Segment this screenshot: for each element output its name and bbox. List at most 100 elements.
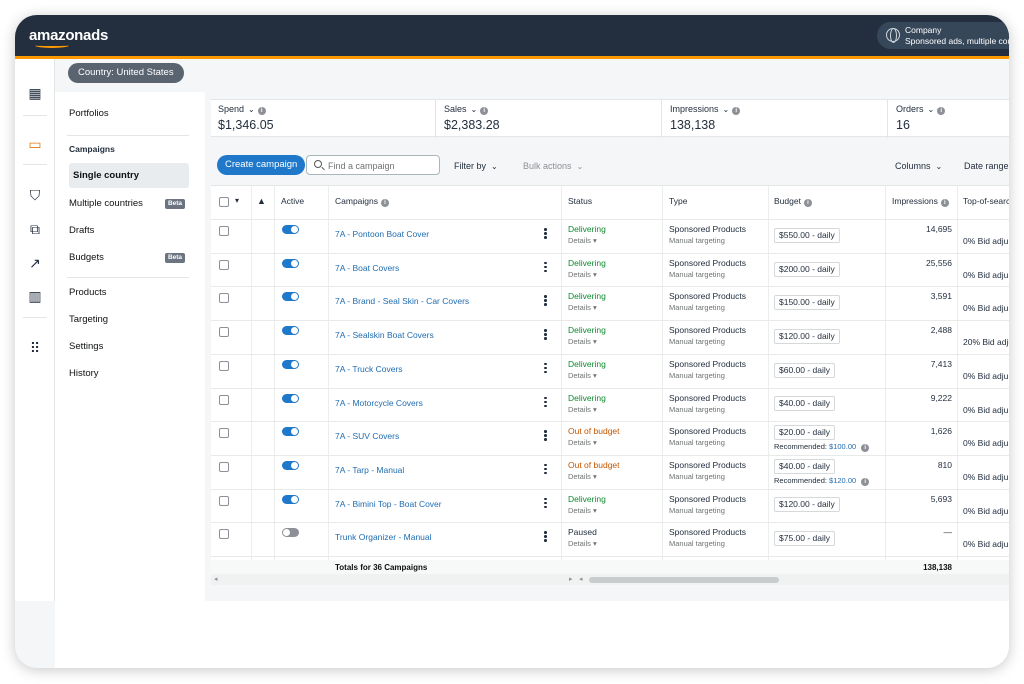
row-checkbox[interactable] bbox=[219, 529, 229, 540]
campaign-search-input[interactable]: Find a campaign bbox=[306, 155, 440, 175]
budget-field[interactable]: $60.00 - daily bbox=[774, 362, 836, 378]
active-toggle[interactable] bbox=[282, 359, 299, 369]
more-options-icon[interactable] bbox=[544, 362, 547, 375]
campaign-name-link[interactable]: 7A - SUV Covers bbox=[335, 431, 399, 441]
sidebar-item-targeting[interactable]: Targeting bbox=[69, 314, 108, 325]
header-top-of-search[interactable]: Top-of-searc bbox=[963, 196, 1009, 206]
sidebar-item-portfolios[interactable]: Portfolios bbox=[69, 108, 109, 119]
row-checkbox[interactable] bbox=[219, 293, 229, 304]
budget-field[interactable]: $40.00 - daily bbox=[774, 396, 836, 412]
apps-grid-icon[interactable]: ⠿ bbox=[26, 340, 44, 356]
row-checkbox[interactable] bbox=[219, 428, 229, 439]
header-campaigns[interactable]: Campaigns i bbox=[335, 196, 389, 207]
campaign-name-link[interactable]: 7A - Motorcycle Covers bbox=[335, 398, 423, 408]
row-checkbox[interactable] bbox=[219, 495, 229, 506]
row-checkbox[interactable] bbox=[219, 327, 229, 338]
row-checkbox[interactable] bbox=[219, 360, 229, 371]
more-options-icon[interactable] bbox=[544, 228, 547, 240]
campaign-manager-icon[interactable]: ▭ bbox=[26, 136, 44, 152]
sidebar-item-history[interactable]: History bbox=[69, 368, 99, 379]
active-toggle[interactable] bbox=[282, 225, 299, 234]
account-switcher[interactable]: Company Sponsored ads, multiple coun bbox=[877, 22, 1009, 49]
campaign-name-link[interactable]: 7A - Boat Covers bbox=[335, 263, 399, 273]
chevron-down-icon: ⌄ bbox=[470, 105, 478, 114]
header-active[interactable]: Active bbox=[281, 196, 304, 206]
budget-field[interactable]: $200.00 - daily bbox=[774, 261, 840, 277]
create-campaign-button[interactable]: Create campaign bbox=[217, 155, 306, 175]
active-toggle[interactable] bbox=[282, 460, 299, 470]
more-options-icon[interactable] bbox=[544, 261, 547, 274]
details-dropdown[interactable]: Details ▾ bbox=[568, 236, 597, 245]
more-options-icon[interactable] bbox=[544, 329, 547, 341]
sidebar-item-drafts[interactable]: Drafts bbox=[69, 225, 94, 236]
header-budget[interactable]: Budget i bbox=[774, 196, 812, 207]
row-checkbox[interactable] bbox=[219, 226, 229, 236]
country-selector[interactable]: Country: United States bbox=[68, 63, 184, 83]
header-type[interactable]: Type bbox=[669, 196, 687, 206]
shield-icon[interactable]: ⛉ bbox=[26, 187, 44, 203]
details-dropdown[interactable]: Details ▾ bbox=[568, 371, 597, 380]
more-options-icon[interactable] bbox=[544, 396, 547, 409]
budget-field[interactable]: $120.00 - daily bbox=[774, 497, 840, 513]
campaign-name-link[interactable]: 7A - Truck Covers bbox=[335, 364, 403, 374]
metric-orders[interactable]: Orders ⌄ i 16 bbox=[896, 104, 946, 132]
date-range-dropdown[interactable]: Date range bbox=[964, 161, 1009, 171]
sidebar-item-settings[interactable]: Settings bbox=[69, 341, 103, 352]
details-dropdown[interactable]: Details ▾ bbox=[568, 438, 597, 447]
more-options-icon[interactable] bbox=[544, 430, 547, 442]
campaign-name-link[interactable]: 7A - Sealskin Boat Covers bbox=[335, 330, 434, 340]
details-dropdown[interactable]: Details ▾ bbox=[568, 506, 597, 515]
budget-field[interactable]: $20.00 - daily bbox=[774, 425, 836, 441]
more-options-icon[interactable] bbox=[544, 295, 547, 307]
budget-field[interactable]: $120.00 - daily bbox=[774, 328, 840, 344]
horizontal-scrollbar[interactable]: ◂ ▸ ◂ bbox=[211, 574, 1009, 585]
active-toggle[interactable] bbox=[282, 494, 299, 504]
amazon-ads-logo[interactable]: amazonads bbox=[29, 27, 108, 48]
reports-icon[interactable]: ▥ bbox=[26, 288, 44, 304]
trend-icon[interactable]: ↗ bbox=[26, 255, 44, 271]
details-dropdown[interactable]: Details ▾ bbox=[568, 405, 597, 414]
media-library-icon[interactable]: ⧉ bbox=[26, 221, 44, 237]
metric-impressions[interactable]: Impressions ⌄ i 138,138 bbox=[670, 104, 741, 132]
metric-spend[interactable]: Spend ⌄ i $1,346.05 bbox=[218, 104, 274, 132]
header-impressions[interactable]: Impressions i bbox=[892, 196, 949, 207]
filter-by-dropdown[interactable]: Filter by ⌄ bbox=[454, 161, 498, 171]
active-toggle[interactable] bbox=[282, 528, 299, 538]
active-toggle[interactable] bbox=[282, 427, 299, 437]
details-dropdown[interactable]: Details ▾ bbox=[568, 337, 597, 346]
select-menu-chevron-icon[interactable]: ▾ bbox=[235, 196, 239, 205]
budget-field[interactable]: $550.00 - daily bbox=[774, 227, 840, 243]
budget-field[interactable]: $150.00 - daily bbox=[774, 295, 840, 311]
sidebar-item-products[interactable]: Products bbox=[69, 287, 107, 298]
metric-sales[interactable]: Sales ⌄ i $2,383.28 bbox=[444, 104, 500, 132]
active-toggle[interactable] bbox=[282, 393, 299, 403]
campaign-name-link[interactable]: 7A - Bimini Top - Boat Cover bbox=[335, 499, 442, 509]
details-dropdown[interactable]: Details ▾ bbox=[568, 303, 597, 312]
columns-dropdown[interactable]: Columns ⌄ bbox=[895, 161, 942, 171]
active-toggle[interactable] bbox=[282, 258, 299, 268]
campaign-name-link[interactable]: 7A - Tarp - Manual bbox=[335, 465, 404, 475]
campaign-name-link[interactable]: 7A - Brand - Seal Skin - Car Covers bbox=[335, 296, 469, 306]
select-all-checkbox[interactable] bbox=[219, 197, 229, 207]
sidebar-item-single-country[interactable]: Single country bbox=[69, 163, 189, 188]
row-checkbox[interactable] bbox=[219, 461, 229, 472]
budget-field[interactable]: $40.00 - daily bbox=[774, 458, 836, 474]
more-options-icon[interactable] bbox=[544, 463, 547, 476]
row-checkbox[interactable] bbox=[219, 259, 229, 270]
more-options-icon[interactable] bbox=[544, 497, 547, 510]
more-options-icon[interactable] bbox=[544, 531, 547, 543]
details-dropdown[interactable]: Details ▾ bbox=[568, 270, 597, 279]
details-dropdown[interactable]: Details ▾ bbox=[568, 539, 597, 548]
dashboard-icon[interactable]: ▦ bbox=[26, 85, 44, 101]
sidebar-item-budgets[interactable]: Budgets bbox=[69, 252, 104, 263]
bulk-actions-dropdown[interactable]: Bulk actions ⌄ bbox=[523, 161, 583, 171]
sidebar-item-multiple-countries[interactable]: Multiple countries bbox=[69, 198, 143, 209]
active-toggle[interactable] bbox=[282, 292, 299, 302]
campaign-name-link[interactable]: Trunk Organizer - Manual bbox=[335, 532, 432, 542]
header-status[interactable]: Status bbox=[568, 196, 592, 206]
row-checkbox[interactable] bbox=[219, 394, 229, 405]
campaign-name-link[interactable]: 7A - Pontoon Boat Cover bbox=[335, 229, 429, 239]
details-dropdown[interactable]: Details ▾ bbox=[568, 472, 597, 481]
budget-field[interactable]: $75.00 - daily bbox=[774, 531, 836, 547]
active-toggle[interactable] bbox=[282, 326, 299, 336]
